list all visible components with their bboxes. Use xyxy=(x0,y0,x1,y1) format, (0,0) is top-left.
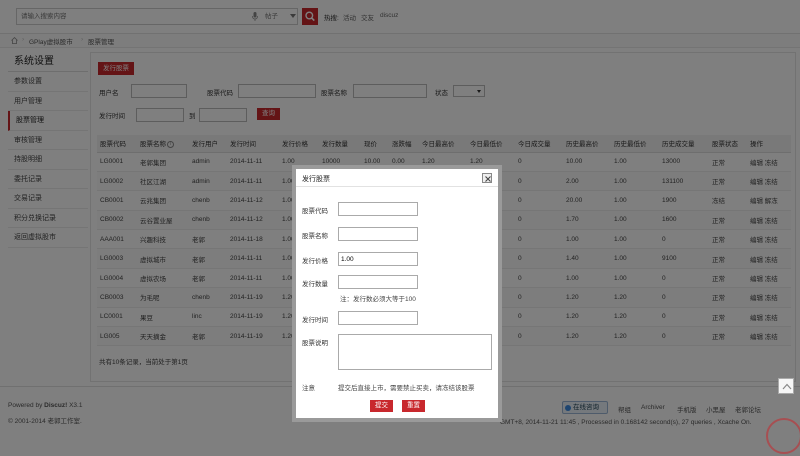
dialog-time-input[interactable] xyxy=(338,311,418,325)
dialog-desc-textarea[interactable] xyxy=(338,334,492,370)
dialog-amount-input[interactable] xyxy=(338,275,418,289)
dialog-title: 发行股票 xyxy=(302,176,330,183)
back-to-top-button[interactable] xyxy=(778,378,794,394)
dialog-notice-label: 注意 xyxy=(302,385,315,392)
dialog-code-input[interactable] xyxy=(338,202,418,216)
watermark-stamp xyxy=(766,418,800,454)
dialog-desc-label: 股票说明 xyxy=(302,340,328,347)
dialog-amount-label: 发行数量 xyxy=(302,281,328,288)
dialog-price-input[interactable] xyxy=(338,252,418,266)
dialog-price-label: 发行价格 xyxy=(302,258,328,265)
reset-button[interactable]: 重置 xyxy=(402,400,425,412)
arrow-up-icon xyxy=(782,383,792,390)
dialog-header: 发行股票 xyxy=(296,169,498,187)
close-button[interactable] xyxy=(482,173,492,183)
dialog-amount-note: 注：发行数必须大等于100 xyxy=(340,296,416,303)
submit-button[interactable]: 提交 xyxy=(370,400,393,412)
dialog-notice-text: 提交后直接上市，需要禁止买卖，请冻结该股票 xyxy=(338,385,475,392)
dialog-name-input[interactable] xyxy=(338,227,418,241)
issue-stock-dialog: 发行股票 股票代码 股票名称 发行价格 发行数量 注：发行数必须大等于100 发… xyxy=(292,165,502,422)
close-icon xyxy=(485,176,491,182)
dialog-name-label: 股票名称 xyxy=(302,233,328,240)
dialog-code-label: 股票代码 xyxy=(302,208,328,215)
dialog-time-label: 发行时间 xyxy=(302,317,328,324)
